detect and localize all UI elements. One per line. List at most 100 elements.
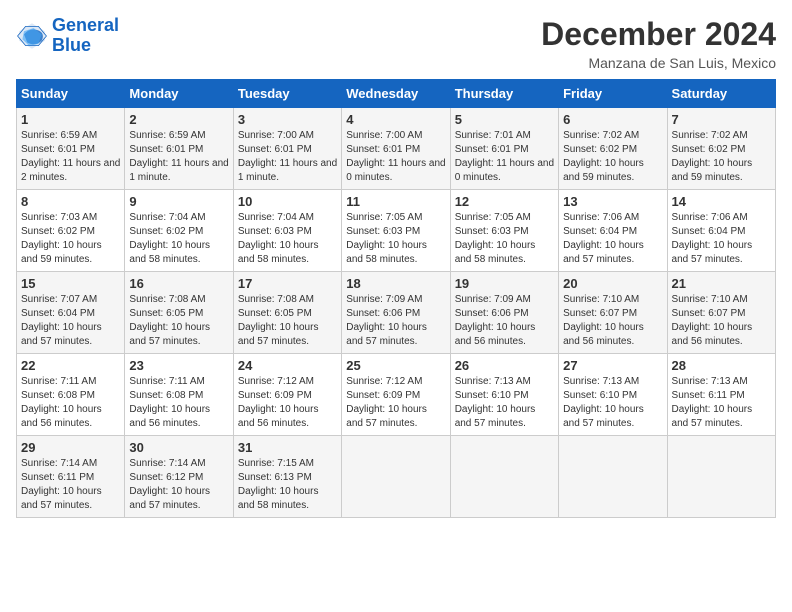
calendar-cell: 6 Sunrise: 7:02 AMSunset: 6:02 PMDaylight…	[559, 108, 667, 190]
day-info: Sunrise: 7:13 AMSunset: 6:11 PMDaylight:…	[672, 375, 771, 431]
day-number: 17	[238, 276, 337, 291]
day-number: 12	[455, 194, 554, 209]
month-title: December 2024	[541, 16, 776, 53]
day-info: Sunrise: 7:01 AMSunset: 6:01 PMDaylight:…	[455, 129, 554, 185]
calendar-cell	[667, 436, 775, 518]
calendar-cell: 3 Sunrise: 7:00 AMSunset: 6:01 PMDaylight…	[233, 108, 341, 190]
day-info: Sunrise: 7:02 AMSunset: 6:02 PMDaylight:…	[672, 129, 771, 185]
logo: General Blue	[16, 16, 119, 56]
day-number: 29	[21, 440, 120, 455]
day-number: 28	[672, 358, 771, 373]
day-info: Sunrise: 7:12 AMSunset: 6:09 PMDaylight:…	[346, 375, 445, 431]
day-number: 11	[346, 194, 445, 209]
weekday-header-saturday: Saturday	[667, 80, 775, 108]
calendar-cell: 20 Sunrise: 7:10 AMSunset: 6:07 PMDayligh…	[559, 272, 667, 354]
day-number: 3	[238, 112, 337, 127]
calendar-cell	[559, 436, 667, 518]
calendar-cell: 11 Sunrise: 7:05 AMSunset: 6:03 PMDayligh…	[342, 190, 450, 272]
day-number: 20	[563, 276, 662, 291]
logo-text: General Blue	[52, 16, 119, 56]
weekday-header-sunday: Sunday	[17, 80, 125, 108]
calendar-cell: 12 Sunrise: 7:05 AMSunset: 6:03 PMDayligh…	[450, 190, 558, 272]
day-info: Sunrise: 7:09 AMSunset: 6:06 PMDaylight:…	[346, 293, 445, 349]
day-number: 26	[455, 358, 554, 373]
day-info: Sunrise: 7:06 AMSunset: 6:04 PMDaylight:…	[563, 211, 662, 267]
calendar-week-row: 29 Sunrise: 7:14 AMSunset: 6:11 PMDayligh…	[17, 436, 776, 518]
calendar-cell: 30 Sunrise: 7:14 AMSunset: 6:12 PMDayligh…	[125, 436, 233, 518]
calendar-cell: 23Sunrise: 7:11 AMSunset: 6:08 PMDayligh…	[125, 354, 233, 436]
day-info: Sunrise: 7:07 AMSunset: 6:04 PMDaylight:…	[21, 293, 120, 349]
day-number: 13	[563, 194, 662, 209]
weekday-header-wednesday: Wednesday	[342, 80, 450, 108]
day-info: Sunrise: 7:09 AMSunset: 6:06 PMDaylight:…	[455, 293, 554, 349]
day-number: 10	[238, 194, 337, 209]
day-number: 14	[672, 194, 771, 209]
day-info: Sunrise: 7:12 AMSunset: 6:09 PMDaylight:…	[238, 375, 337, 431]
calendar-cell: 5Sunrise: 7:01 AMSunset: 6:01 PMDaylight…	[450, 108, 558, 190]
day-info: Sunrise: 7:04 AMSunset: 6:02 PMDaylight:…	[129, 211, 228, 267]
calendar-cell: 9Sunrise: 7:04 AMSunset: 6:02 PMDaylight…	[125, 190, 233, 272]
calendar-cell: 7 Sunrise: 7:02 AMSunset: 6:02 PMDaylight…	[667, 108, 775, 190]
calendar-cell: 8 Sunrise: 7:03 AMSunset: 6:02 PMDaylight…	[17, 190, 125, 272]
day-number: 2	[129, 112, 228, 127]
day-info: Sunrise: 7:14 AMSunset: 6:11 PMDaylight:…	[21, 457, 120, 513]
weekday-header-thursday: Thursday	[450, 80, 558, 108]
weekday-header-tuesday: Tuesday	[233, 80, 341, 108]
day-info: Sunrise: 7:13 AMSunset: 6:10 PMDaylight:…	[563, 375, 662, 431]
day-number: 4	[346, 112, 445, 127]
day-info: Sunrise: 7:00 AMSunset: 6:01 PMDaylight:…	[238, 129, 337, 185]
day-info: Sunrise: 7:02 AMSunset: 6:02 PMDaylight:…	[563, 129, 662, 185]
day-number: 15	[21, 276, 120, 291]
day-number: 22	[21, 358, 120, 373]
day-number: 16	[129, 276, 228, 291]
calendar-cell	[450, 436, 558, 518]
calendar-cell: 14 Sunrise: 7:06 AMSunset: 6:04 PMDayligh…	[667, 190, 775, 272]
day-info: Sunrise: 7:10 AMSunset: 6:07 PMDaylight:…	[672, 293, 771, 349]
day-number: 1	[21, 112, 120, 127]
day-info: Sunrise: 7:08 AMSunset: 6:05 PMDaylight:…	[129, 293, 228, 349]
calendar-cell: 27 Sunrise: 7:13 AMSunset: 6:10 PMDayligh…	[559, 354, 667, 436]
day-number: 21	[672, 276, 771, 291]
calendar-cell: 4Sunrise: 7:00 AMSunset: 6:01 PMDaylight…	[342, 108, 450, 190]
logo-line1: General	[52, 15, 119, 35]
day-info: Sunrise: 7:05 AMSunset: 6:03 PMDaylight:…	[346, 211, 445, 267]
day-number: 27	[563, 358, 662, 373]
day-number: 7	[672, 112, 771, 127]
calendar-cell: 16 Sunrise: 7:08 AMSunset: 6:05 PMDayligh…	[125, 272, 233, 354]
day-info: Sunrise: 6:59 AMSunset: 6:01 PMDaylight:…	[129, 129, 228, 185]
title-block: December 2024 Manzana de San Luis, Mexic…	[541, 16, 776, 71]
day-info: Sunrise: 7:05 AMSunset: 6:03 PMDaylight:…	[455, 211, 554, 267]
calendar-cell: 15 Sunrise: 7:07 AMSunset: 6:04 PMDayligh…	[17, 272, 125, 354]
calendar-cell: 29 Sunrise: 7:14 AMSunset: 6:11 PMDayligh…	[17, 436, 125, 518]
calendar-cell: 31Sunrise: 7:15 AMSunset: 6:13 PMDayligh…	[233, 436, 341, 518]
page-header: General Blue December 2024 Manzana de Sa…	[16, 16, 776, 71]
day-number: 25	[346, 358, 445, 373]
calendar-cell: 13 Sunrise: 7:06 AMSunset: 6:04 PMDayligh…	[559, 190, 667, 272]
day-info: Sunrise: 7:11 AMSunset: 6:08 PMDaylight:…	[21, 375, 120, 431]
calendar-cell: 21 Sunrise: 7:10 AMSunset: 6:07 PMDayligh…	[667, 272, 775, 354]
day-info: Sunrise: 7:13 AMSunset: 6:10 PMDaylight:…	[455, 375, 554, 431]
day-number: 30	[129, 440, 228, 455]
day-info: Sunrise: 7:14 AMSunset: 6:12 PMDaylight:…	[129, 457, 228, 513]
day-info: Sunrise: 7:03 AMSunset: 6:02 PMDaylight:…	[21, 211, 120, 267]
day-number: 8	[21, 194, 120, 209]
day-info: Sunrise: 7:08 AMSunset: 6:05 PMDaylight:…	[238, 293, 337, 349]
day-number: 18	[346, 276, 445, 291]
day-info: Sunrise: 7:10 AMSunset: 6:07 PMDaylight:…	[563, 293, 662, 349]
calendar-cell: 19Sunrise: 7:09 AMSunset: 6:06 PMDayligh…	[450, 272, 558, 354]
logo-icon	[16, 20, 48, 52]
day-info: Sunrise: 7:06 AMSunset: 6:04 PMDaylight:…	[672, 211, 771, 267]
day-number: 6	[563, 112, 662, 127]
day-info: Sunrise: 7:11 AMSunset: 6:08 PMDaylight:…	[129, 375, 228, 431]
weekday-header-friday: Friday	[559, 80, 667, 108]
location-subtitle: Manzana de San Luis, Mexico	[541, 55, 776, 71]
day-info: Sunrise: 7:15 AMSunset: 6:13 PMDaylight:…	[238, 457, 337, 513]
calendar-cell: 28 Sunrise: 7:13 AMSunset: 6:11 PMDayligh…	[667, 354, 775, 436]
calendar-cell: 17 Sunrise: 7:08 AMSunset: 6:05 PMDayligh…	[233, 272, 341, 354]
calendar-cell: 1Sunrise: 6:59 AMSunset: 6:01 PMDaylight…	[17, 108, 125, 190]
calendar-week-row: 8 Sunrise: 7:03 AMSunset: 6:02 PMDaylight…	[17, 190, 776, 272]
calendar-cell: 24Sunrise: 7:12 AMSunset: 6:09 PMDayligh…	[233, 354, 341, 436]
calendar-cell: 26 Sunrise: 7:13 AMSunset: 6:10 PMDayligh…	[450, 354, 558, 436]
calendar-week-row: 15 Sunrise: 7:07 AMSunset: 6:04 PMDayligh…	[17, 272, 776, 354]
calendar-cell: 18 Sunrise: 7:09 AMSunset: 6:06 PMDayligh…	[342, 272, 450, 354]
